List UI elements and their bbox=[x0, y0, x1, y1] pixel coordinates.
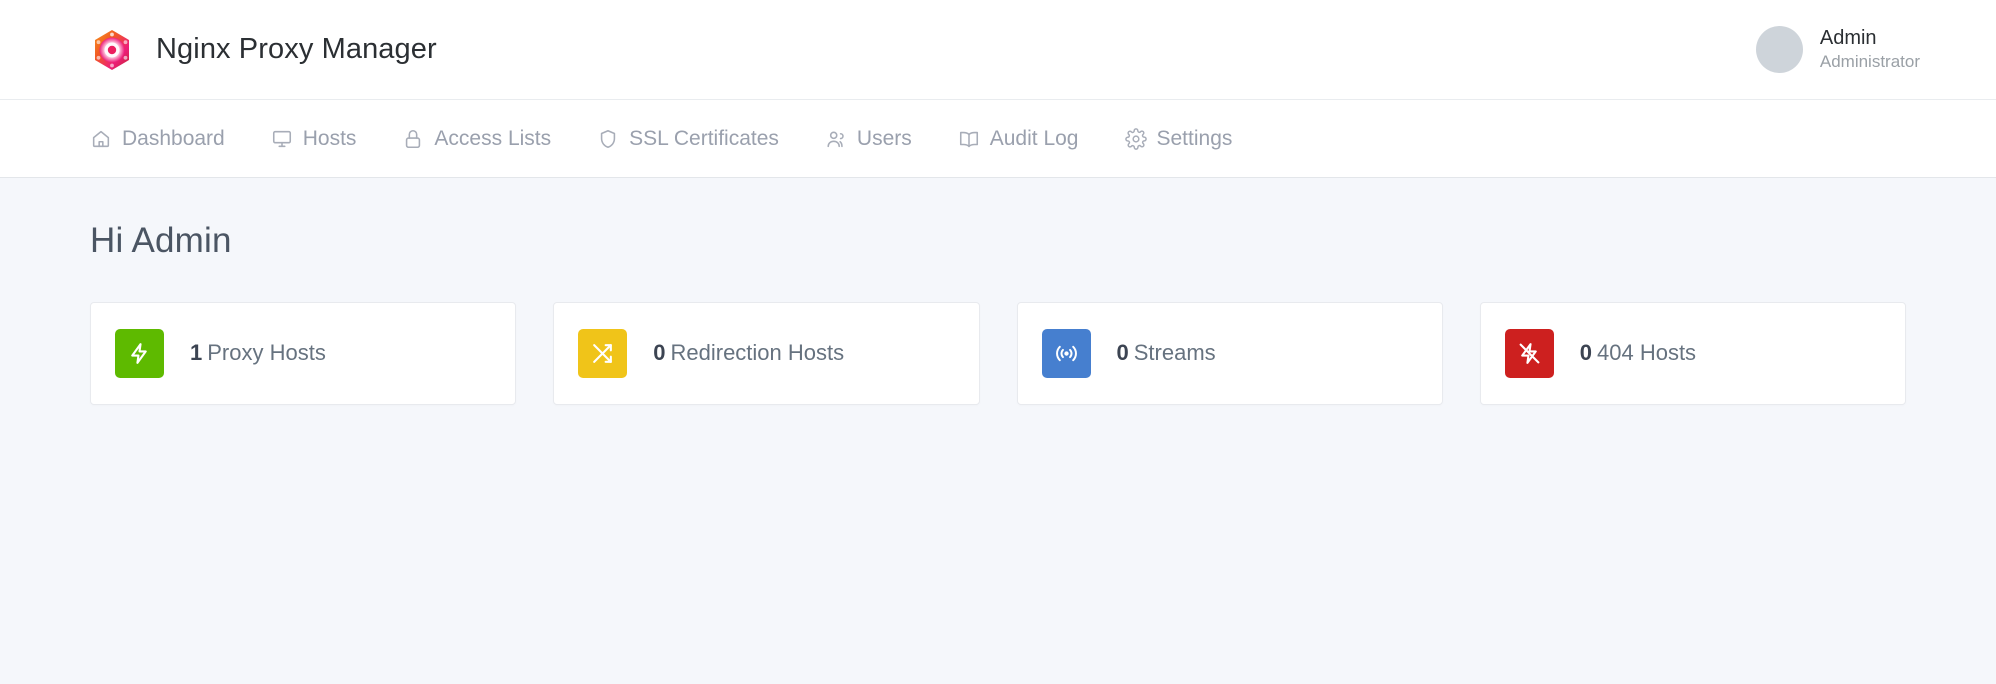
app-root: Nginx Proxy Manager Admin Administrator … bbox=[0, 0, 1996, 684]
app-header: Nginx Proxy Manager Admin Administrator bbox=[0, 0, 1996, 100]
stat-text: 0 Streams bbox=[1117, 342, 1216, 364]
nav-item-settings[interactable]: Settings bbox=[1124, 127, 1233, 150]
stat-count: 0 bbox=[1116, 340, 1129, 365]
nav-item-users[interactable]: Users bbox=[825, 128, 935, 150]
home-icon bbox=[90, 128, 112, 150]
stat-tile bbox=[1041, 328, 1091, 378]
main-navigation: Dashboard Hosts Access Lists SSL Certifi… bbox=[0, 100, 1996, 178]
account-menu[interactable]: Admin Administrator bbox=[1755, 26, 1920, 73]
stat-text: 1 Proxy Hosts bbox=[190, 342, 326, 364]
stat-tile bbox=[1504, 328, 1554, 378]
stat-label: Proxy Hosts bbox=[207, 340, 326, 365]
brand-link[interactable]: Nginx Proxy Manager bbox=[90, 28, 437, 72]
lock-icon bbox=[402, 128, 424, 150]
nav-label: Hosts bbox=[302, 127, 357, 150]
main-content: Hi Admin 1 Proxy Hosts 0 Redirection Hos… bbox=[0, 178, 1996, 684]
stat-tile bbox=[578, 328, 628, 378]
stat-label: Redirection Hosts bbox=[670, 340, 845, 365]
nav-label: Dashboard bbox=[122, 127, 225, 150]
nav-item-access-lists[interactable]: Access Lists bbox=[402, 128, 574, 150]
nav-label: SSL Certificates bbox=[629, 127, 779, 150]
nav-label: Audit Log bbox=[989, 127, 1079, 150]
nav-label: Settings bbox=[1156, 127, 1233, 150]
nav-item-dashboard[interactable]: Dashboard bbox=[90, 128, 248, 150]
stats-grid: 1 Proxy Hosts 0 Redirection Hosts 0 Stre… bbox=[90, 301, 1906, 405]
lightning-bolt-icon bbox=[127, 341, 152, 366]
stat-tile bbox=[115, 328, 164, 378]
nav-item-hosts[interactable]: Hosts bbox=[271, 128, 380, 150]
stat-count: 0 bbox=[1579, 340, 1592, 365]
nav-label: Users bbox=[856, 127, 912, 150]
users-icon bbox=[825, 128, 847, 150]
shield-icon bbox=[597, 128, 619, 150]
page-title: Hi Admin bbox=[90, 221, 232, 260]
stat-card-proxy-hosts[interactable]: 1 Proxy Hosts bbox=[90, 301, 517, 405]
lightning-bolt-off-icon bbox=[1517, 341, 1542, 366]
stat-text: 0 404 Hosts bbox=[1580, 342, 1696, 364]
page-title-brand: Nginx Proxy Manager bbox=[156, 33, 437, 65]
book-icon bbox=[958, 128, 980, 150]
nav-item-audit-log[interactable]: Audit Log bbox=[958, 128, 1102, 150]
stat-card-streams[interactable]: 0 Streams bbox=[1016, 301, 1443, 405]
stat-card-redirection-hosts[interactable]: 0 Redirection Hosts bbox=[553, 301, 980, 405]
monitor-icon bbox=[271, 128, 293, 150]
stat-label: Streams bbox=[1133, 340, 1216, 365]
stat-label: 404 Hosts bbox=[1597, 340, 1697, 365]
nav-label: Access Lists bbox=[434, 127, 552, 150]
account-role: Administrator bbox=[1819, 52, 1920, 72]
nav-list: Dashboard Hosts Access Lists SSL Certifi… bbox=[90, 127, 1233, 150]
stat-count: 0 bbox=[653, 340, 666, 365]
stat-count: 1 bbox=[190, 340, 203, 365]
gear-icon bbox=[1124, 127, 1147, 150]
npm-hexagon-logo-icon bbox=[90, 28, 134, 72]
stat-text: 0 Redirection Hosts bbox=[653, 342, 844, 364]
account-text: Admin Administrator bbox=[1820, 26, 1920, 73]
stat-card-404-hosts[interactable]: 0 404 Hosts bbox=[1479, 301, 1906, 405]
account-name: Admin bbox=[1819, 26, 1877, 49]
broadcast-waves-icon bbox=[1054, 341, 1079, 366]
shuffle-arrows-icon bbox=[590, 341, 615, 366]
avatar bbox=[1755, 26, 1803, 73]
nav-item-ssl-certificates[interactable]: SSL Certificates bbox=[597, 128, 802, 150]
